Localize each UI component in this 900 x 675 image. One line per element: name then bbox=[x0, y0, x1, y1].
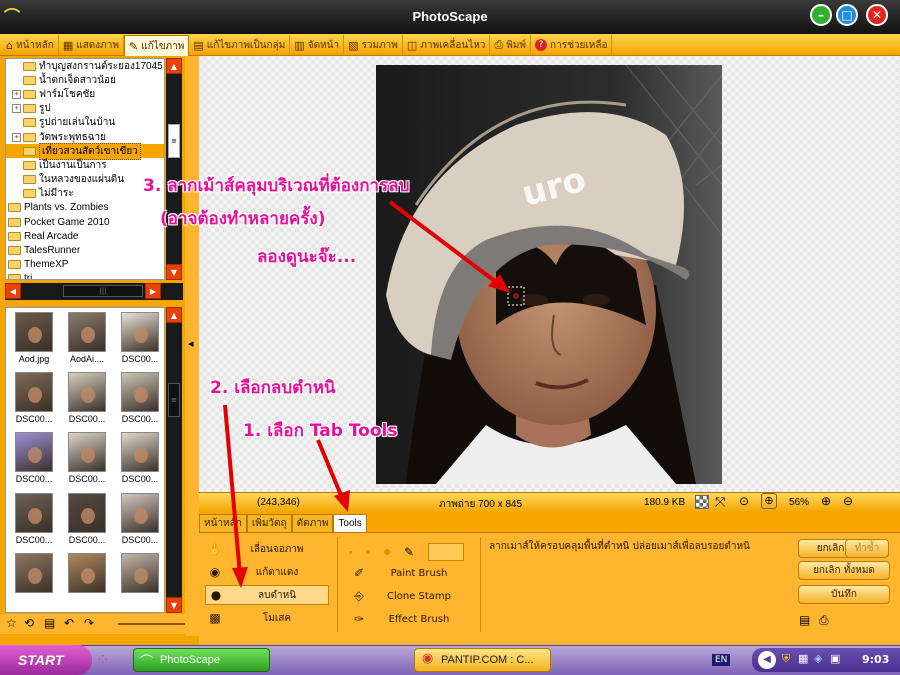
annotation-step3b: (อาจต้องทำหลายครั้ง) bbox=[160, 209, 326, 229]
network-icon[interactable]: ▦ bbox=[798, 652, 808, 665]
task-pantip[interactable]: PANTIP.COM : C... bbox=[414, 648, 551, 672]
photoscape-task-icon: ⌒ bbox=[140, 655, 154, 670]
monitor-icon[interactable]: ▣ bbox=[830, 652, 840, 665]
shield-icon[interactable]: ⛨ bbox=[782, 652, 790, 666]
task-photoscape-label: PhotoScape bbox=[160, 654, 220, 666]
system-tray: ◀ ⛨ ▦ ◈ ▣ 9:03 bbox=[752, 648, 900, 672]
annotation-step3c: ลองดูนะจ๊ะ... bbox=[257, 247, 357, 267]
annotation-arrows bbox=[223, 200, 510, 588]
clock: 9:03 bbox=[862, 653, 890, 666]
annotation-step2: 2. เลือกลบตำหนิ bbox=[210, 378, 336, 398]
task-pantip-label: PANTIP.COM : C... bbox=[441, 654, 534, 666]
task-photoscape[interactable]: PhotoScape bbox=[133, 648, 270, 672]
language-indicator[interactable]: EN bbox=[712, 654, 731, 666]
tray-toggle-icon[interactable]: ◀ bbox=[758, 651, 776, 669]
volume-icon[interactable]: ◈ bbox=[814, 652, 822, 665]
annotation-step3: 3. ลากเม้าส์คลุมบริเวณที่ต้องการลบ bbox=[143, 176, 410, 196]
annotation-step1: 1. เลือก Tab Tools bbox=[243, 421, 398, 441]
start-button[interactable]: START bbox=[0, 645, 92, 675]
chrome-icon: ◉ bbox=[422, 651, 434, 666]
start-decoration-icon: ⁘ bbox=[96, 650, 110, 669]
